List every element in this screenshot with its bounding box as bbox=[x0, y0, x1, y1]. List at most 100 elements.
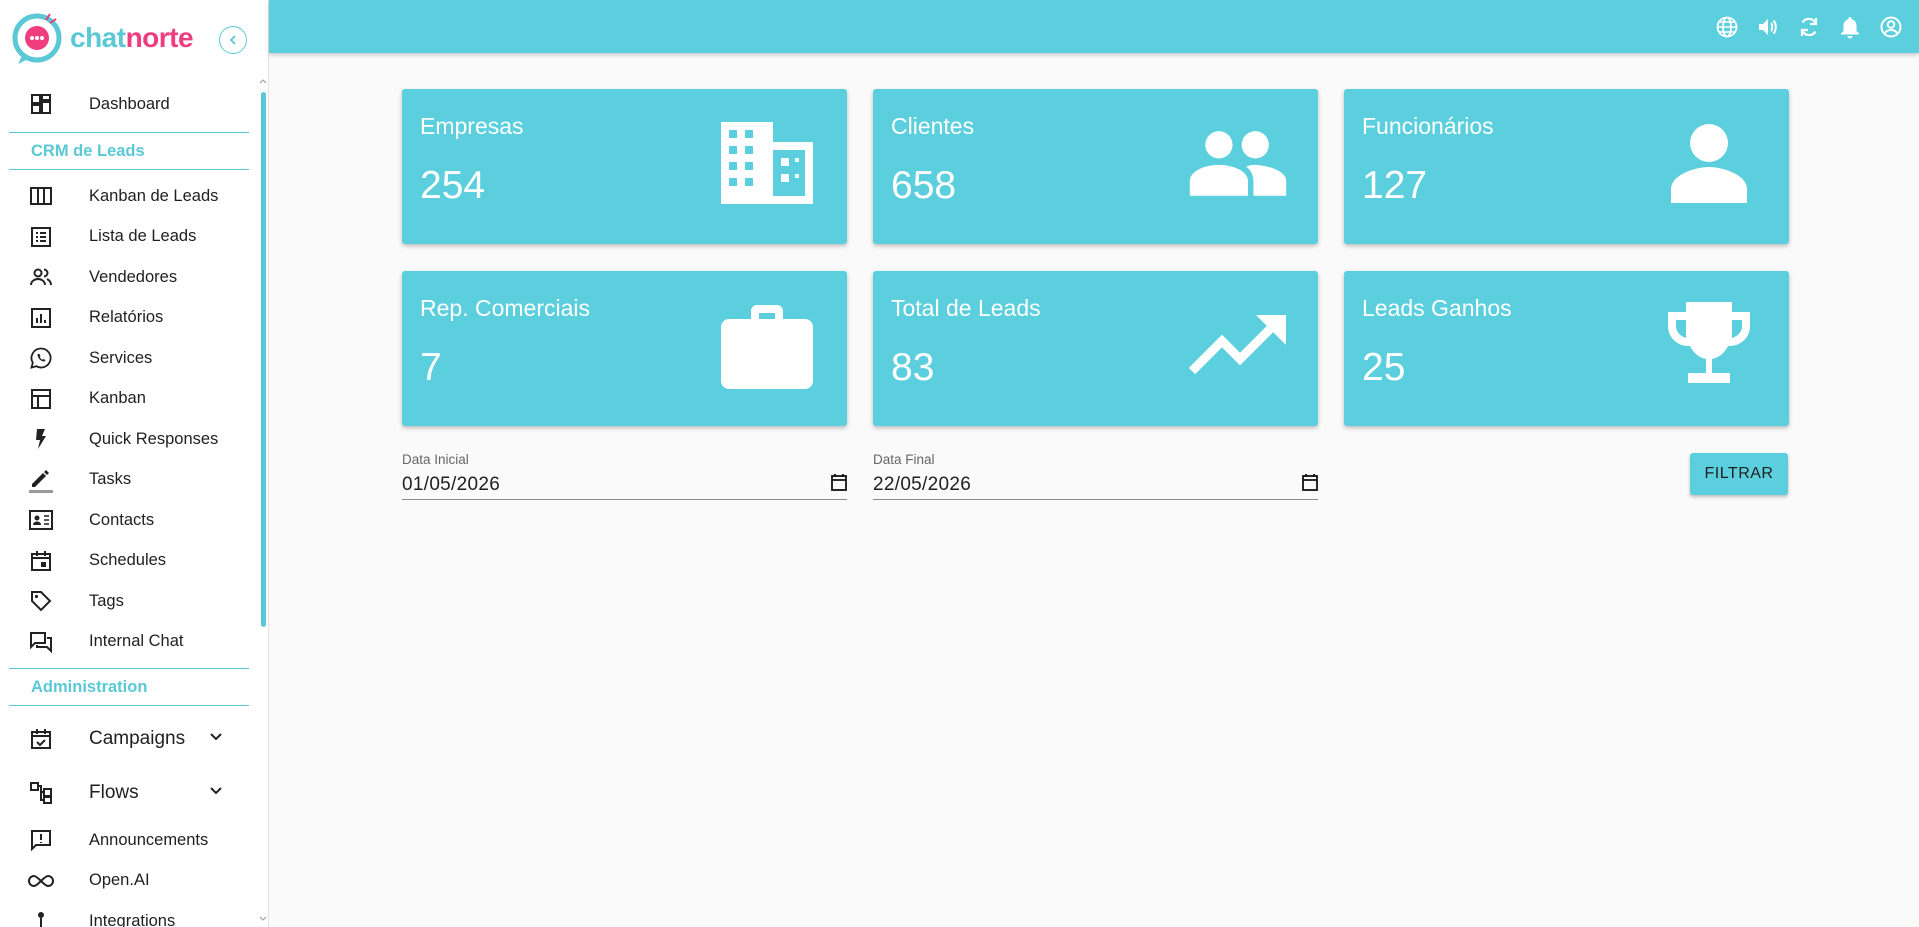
card-title: Total de Leads bbox=[891, 295, 1041, 321]
card-value: 83 bbox=[891, 346, 935, 389]
end-date-field[interactable]: Data Final 22/05/2026 bbox=[873, 452, 1318, 500]
sidebar-item-lista-de-leads[interactable]: Lista de Leads bbox=[0, 217, 258, 258]
sidebar-nav: Dashboard CRM de Leads Kanban de Leads L… bbox=[0, 76, 258, 927]
calendar-icon bbox=[26, 549, 56, 573]
start-date-input[interactable]: 01/05/2026 bbox=[402, 470, 847, 500]
sidebar-item-label: Internal Chat bbox=[89, 632, 184, 651]
sidebar-item-label: Integrations bbox=[89, 911, 176, 927]
card-title: Funcionários bbox=[1362, 113, 1494, 139]
sidebar-item-quick-responses[interactable]: Quick Responses bbox=[0, 419, 258, 460]
sidebar-item-tasks[interactable]: Tasks bbox=[0, 460, 258, 501]
sidebar-item-label: Schedules bbox=[89, 551, 167, 570]
sidebar-item-openai[interactable]: Open.AI bbox=[0, 861, 258, 902]
dashboard-icon bbox=[26, 92, 56, 116]
whatsapp-icon bbox=[26, 346, 56, 370]
calendar-icon[interactable] bbox=[831, 473, 847, 497]
brand-name: chatnorte bbox=[70, 22, 194, 54]
chevron-left-icon bbox=[229, 35, 236, 45]
calendar-icon[interactable] bbox=[1302, 473, 1318, 497]
sidebar-item-label: Contacts bbox=[89, 510, 155, 529]
card-value: 127 bbox=[1362, 164, 1428, 207]
sidebar-item-label: Services bbox=[89, 348, 153, 367]
sidebar-item-internal-chat[interactable]: Internal Chat bbox=[0, 622, 258, 663]
people-icon bbox=[1188, 117, 1288, 209]
list-icon bbox=[26, 225, 56, 249]
card-empresas[interactable]: Empresas 254 bbox=[402, 89, 847, 244]
person-icon bbox=[1659, 117, 1759, 209]
chevron-down-icon[interactable] bbox=[208, 729, 224, 750]
sidebar-item-label: Open.AI bbox=[89, 871, 150, 890]
people-icon bbox=[26, 265, 56, 289]
sidebar-item-kanban[interactable]: Kanban bbox=[0, 379, 258, 420]
sidebar-item-contacts[interactable]: Contacts bbox=[0, 500, 258, 541]
card-total-de-leads[interactable]: Total de Leads 83 bbox=[873, 271, 1318, 426]
flow-icon bbox=[26, 781, 56, 805]
end-date-label: Data Final bbox=[873, 452, 935, 467]
start-date-value: 01/05/2026 bbox=[402, 473, 501, 495]
sidebar-scrollbar-thumb[interactable] bbox=[261, 92, 266, 627]
card-title: Empresas bbox=[420, 113, 524, 139]
bolt-icon bbox=[26, 427, 56, 451]
table-icon bbox=[26, 387, 56, 411]
card-title: Leads Ganhos bbox=[1362, 295, 1512, 321]
end-date-value: 22/05/2026 bbox=[873, 473, 972, 495]
collapse-sidebar-button[interactable] bbox=[219, 26, 247, 54]
start-date-field[interactable]: Data Inicial 01/05/2026 bbox=[402, 452, 847, 500]
sidebar-item-label: Relatórios bbox=[89, 308, 164, 327]
volume-icon[interactable] bbox=[1747, 6, 1788, 47]
sidebar-item-label: Flows bbox=[89, 782, 139, 803]
sidebar-item-relatorios[interactable]: Relatórios bbox=[0, 298, 258, 339]
sidebar-item-tags[interactable]: Tags bbox=[0, 581, 258, 622]
briefcase-icon bbox=[717, 299, 817, 391]
sidebar-item-dashboard[interactable]: Dashboard bbox=[0, 76, 258, 132]
end-date-input[interactable]: 22/05/2026 bbox=[873, 470, 1318, 500]
scroll-down-icon[interactable] bbox=[259, 916, 267, 922]
sidebar-item-label: Tags bbox=[89, 591, 124, 610]
tag-icon bbox=[26, 589, 56, 613]
infinity-icon bbox=[26, 871, 56, 891]
card-value: 658 bbox=[891, 164, 957, 207]
sidebar-item-kanban-de-leads[interactable]: Kanban de Leads bbox=[0, 176, 258, 217]
sidebar-item-campaigns[interactable]: Campaigns bbox=[0, 712, 258, 766]
contact-card-icon bbox=[26, 508, 56, 532]
card-value: 254 bbox=[420, 164, 486, 207]
card-value: 25 bbox=[1362, 346, 1406, 389]
chevron-down-icon[interactable] bbox=[208, 783, 224, 804]
brand: chatnorte bbox=[0, 0, 268, 76]
building-icon bbox=[717, 117, 817, 209]
refresh-icon[interactable] bbox=[1788, 6, 1829, 47]
sidebar-item-announcements[interactable]: Announcements bbox=[0, 820, 258, 861]
sidebar-item-label: Campaigns bbox=[89, 728, 186, 749]
trending-up-icon bbox=[1188, 299, 1288, 391]
sidebar-item-label: Lista de Leads bbox=[89, 227, 197, 246]
sidebar-item-schedules[interactable]: Schedules bbox=[0, 541, 258, 582]
card-title: Rep. Comerciais bbox=[420, 295, 590, 321]
card-title: Clientes bbox=[891, 113, 975, 139]
filter-button[interactable]: FILTRAR bbox=[1690, 453, 1788, 495]
columns-icon bbox=[26, 184, 56, 208]
sidebar-item-label: Tasks bbox=[89, 470, 132, 489]
event-check-icon bbox=[26, 727, 56, 751]
bell-icon[interactable] bbox=[1829, 6, 1870, 47]
sidebar-item-label: Kanban bbox=[89, 389, 146, 408]
scroll-up-icon[interactable] bbox=[259, 78, 267, 84]
chat-logo-icon bbox=[12, 13, 62, 64]
card-clientes[interactable]: Clientes 658 bbox=[873, 89, 1318, 244]
pencil-icon bbox=[26, 467, 56, 493]
globe-icon[interactable] bbox=[1706, 6, 1747, 47]
report-icon bbox=[26, 306, 56, 330]
start-date-label: Data Inicial bbox=[402, 452, 469, 467]
sidebar-item-services[interactable]: Services bbox=[0, 338, 258, 379]
sidebar-item-integrations[interactable]: Integrations bbox=[0, 901, 258, 927]
sidebar: chatnorte Dashboard CRM de Leads Kanban … bbox=[0, 0, 269, 927]
sidebar-item-label: Kanban de Leads bbox=[89, 186, 219, 205]
card-funcionarios[interactable]: Funcionários 127 bbox=[1344, 89, 1789, 244]
sidebar-item-vendedores[interactable]: Vendedores bbox=[0, 257, 258, 298]
sidebar-item-flows[interactable]: Flows bbox=[0, 766, 258, 820]
account-icon[interactable] bbox=[1870, 6, 1911, 47]
sidebar-item-label: Vendedores bbox=[89, 267, 178, 286]
integration-icon bbox=[26, 909, 56, 927]
card-rep-comerciais[interactable]: Rep. Comerciais 7 bbox=[402, 271, 847, 426]
card-leads-ganhos[interactable]: Leads Ganhos 25 bbox=[1344, 271, 1789, 426]
brand-name-part1: chat bbox=[70, 22, 126, 53]
